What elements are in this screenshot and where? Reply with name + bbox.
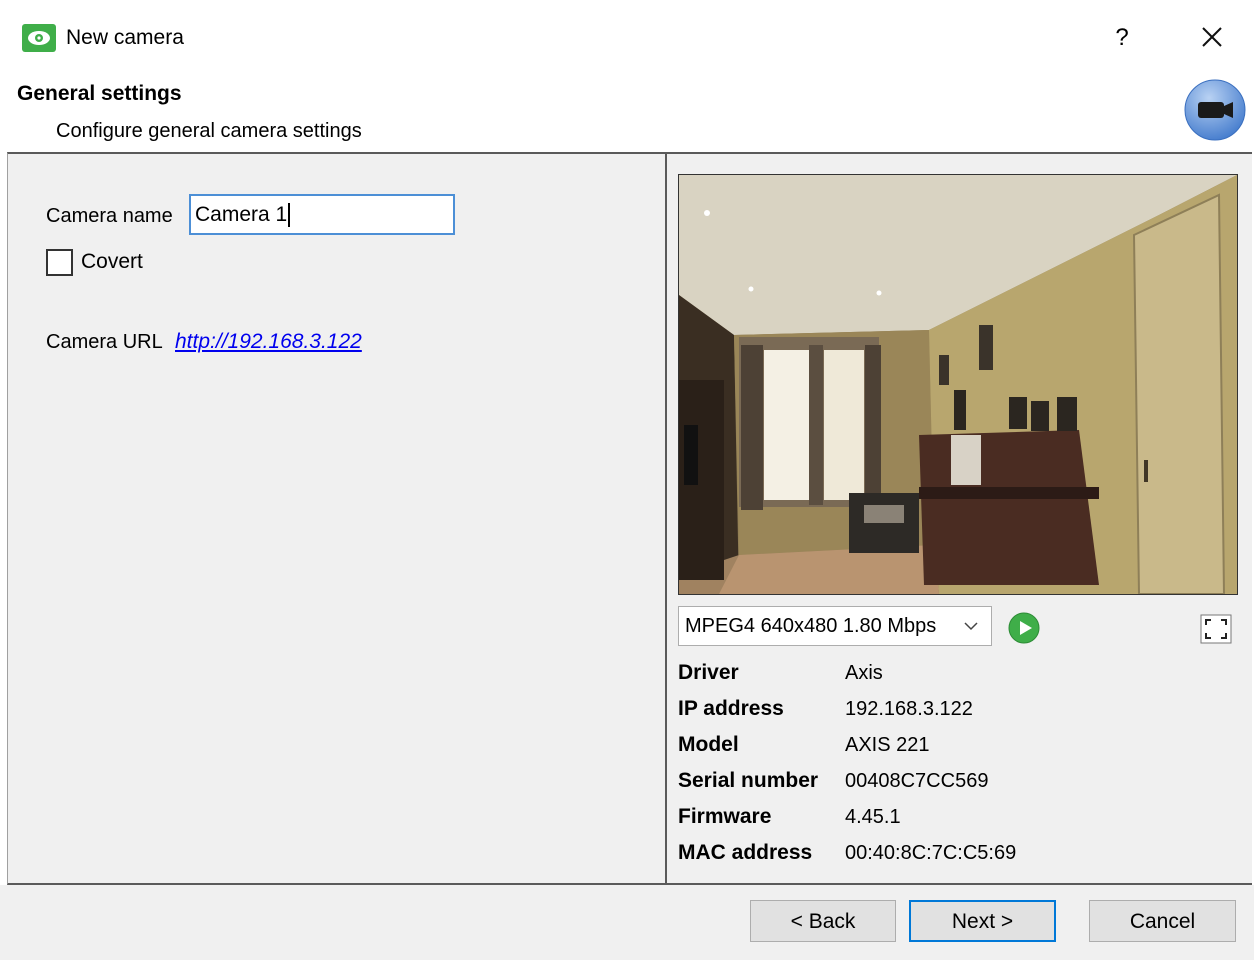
model-value: AXIS 221: [845, 734, 930, 756]
window-title: New camera: [66, 26, 184, 49]
firmware-label: Firmware: [678, 805, 772, 828]
text-caret: [288, 203, 291, 228]
covert-checkbox[interactable]: [46, 249, 73, 276]
driver-label: Driver: [678, 661, 739, 684]
camera-preview: [678, 174, 1238, 595]
camera-name-input[interactable]: Camera 1: [189, 194, 455, 235]
camera-name-value: Camera 1: [195, 203, 288, 226]
ip-address-value: 192.168.3.122: [845, 698, 973, 720]
stream-format-value: MPEG4 640x480 1.80 Mbps: [685, 615, 937, 637]
title-bar: [0, 0, 1254, 74]
ip-address-label: IP address: [678, 697, 784, 720]
preview-image: [679, 175, 1237, 594]
close-button[interactable]: [1190, 20, 1234, 56]
mac-address-label: MAC address: [678, 841, 813, 864]
mac-address-value: 00:40:8C:7C:C5:69: [845, 842, 1017, 864]
help-button[interactable]: ?: [1102, 20, 1142, 56]
camera-icon: [1184, 79, 1246, 141]
stream-format-select[interactable]: MPEG4 640x480 1.80 Mbps: [678, 606, 992, 646]
camera-name-label: Camera name: [46, 205, 173, 227]
model-label: Model: [678, 733, 739, 756]
driver-value: Axis: [845, 662, 883, 684]
camera-url-label: Camera URL: [46, 331, 163, 353]
panel-divider: [665, 154, 667, 884]
footer-bar: [0, 885, 1254, 960]
chevron-down-icon: [963, 607, 979, 660]
next-button[interactable]: Next >: [909, 900, 1056, 942]
play-icon: [1008, 612, 1040, 644]
covert-label[interactable]: Covert: [81, 248, 143, 276]
page-subtitle: Configure general camera settings: [56, 120, 362, 142]
serial-number-value: 00408C7CC569: [845, 770, 989, 792]
fullscreen-icon: [1200, 614, 1232, 644]
serial-number-label: Serial number: [678, 769, 819, 792]
page-title: General settings: [17, 82, 182, 105]
close-icon: [1202, 27, 1222, 47]
cancel-button[interactable]: Cancel: [1089, 900, 1236, 942]
fullscreen-button[interactable]: [1200, 614, 1232, 644]
firmware-value: 4.45.1: [845, 806, 901, 828]
eye-icon: [22, 24, 56, 52]
play-button[interactable]: [1008, 612, 1040, 644]
back-button[interactable]: < Back: [750, 900, 896, 942]
camera-url-link[interactable]: http://192.168.3.122: [175, 328, 362, 356]
